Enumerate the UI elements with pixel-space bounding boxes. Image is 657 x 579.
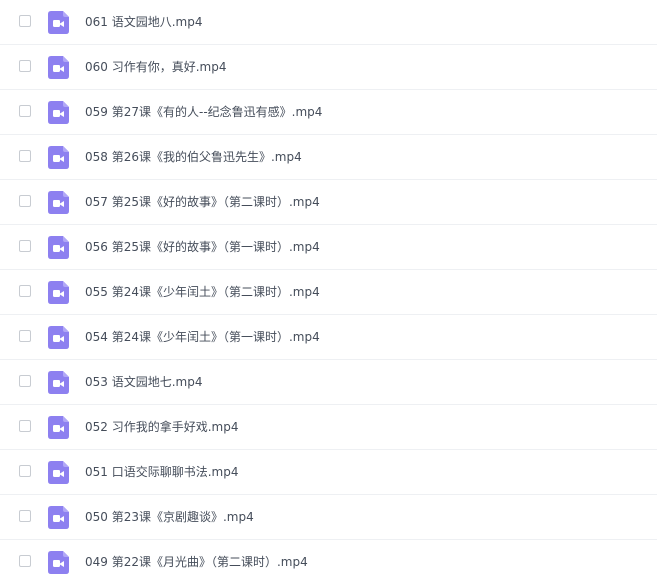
video-file-icon (48, 191, 69, 214)
row-checkbox[interactable] (19, 510, 31, 522)
file-name[interactable]: 053 语文园地七.mp4 (85, 374, 202, 390)
video-file-icon (48, 281, 69, 304)
file-row[interactable]: 056 第25课《好的故事》（第一课时）.mp4 (0, 225, 657, 270)
row-checkbox[interactable] (19, 195, 31, 207)
video-file-icon (48, 101, 69, 124)
file-name[interactable]: 051 口语交际聊聊书法.mp4 (85, 464, 238, 480)
file-row[interactable]: 055 第24课《少年闰土》（第二课时）.mp4 (0, 270, 657, 315)
file-row[interactable]: 060 习作有你，真好.mp4 (0, 45, 657, 90)
row-checkbox[interactable] (19, 465, 31, 477)
file-name[interactable]: 059 第27课《有的人--纪念鲁迅有感》.mp4 (85, 104, 322, 120)
video-file-icon (48, 326, 69, 349)
video-file-icon (48, 461, 69, 484)
video-file-icon (48, 371, 69, 394)
row-checkbox[interactable] (19, 150, 31, 162)
row-checkbox[interactable] (19, 330, 31, 342)
file-name[interactable]: 049 第22课《月光曲》（第二课时）.mp4 (85, 554, 308, 570)
video-file-icon (48, 236, 69, 259)
file-name[interactable]: 057 第25课《好的故事》（第二课时）.mp4 (85, 194, 320, 210)
video-file-icon (48, 56, 69, 79)
file-row[interactable]: 058 第26课《我的伯父鲁迅先生》.mp4 (0, 135, 657, 180)
file-row[interactable]: 050 第23课《京剧趣谈》.mp4 (0, 495, 657, 540)
file-row[interactable]: 057 第25课《好的故事》（第二课时）.mp4 (0, 180, 657, 225)
file-row[interactable]: 052 习作我的拿手好戏.mp4 (0, 405, 657, 450)
file-row[interactable]: 049 第22课《月光曲》（第二课时）.mp4 (0, 540, 657, 579)
row-checkbox[interactable] (19, 285, 31, 297)
row-checkbox[interactable] (19, 420, 31, 432)
file-name[interactable]: 060 习作有你，真好.mp4 (85, 59, 226, 75)
file-row[interactable]: 059 第27课《有的人--纪念鲁迅有感》.mp4 (0, 90, 657, 135)
file-name[interactable]: 052 习作我的拿手好戏.mp4 (85, 419, 238, 435)
row-checkbox[interactable] (19, 60, 31, 72)
file-name[interactable]: 050 第23课《京剧趣谈》.mp4 (85, 509, 254, 525)
row-checkbox[interactable] (19, 240, 31, 252)
video-file-icon (48, 11, 69, 34)
file-row[interactable]: 051 口语交际聊聊书法.mp4 (0, 450, 657, 495)
row-checkbox[interactable] (19, 375, 31, 387)
video-file-icon (48, 146, 69, 169)
file-row[interactable]: 061 语文园地八.mp4 (0, 0, 657, 45)
row-checkbox[interactable] (19, 555, 31, 567)
file-name[interactable]: 058 第26课《我的伯父鲁迅先生》.mp4 (85, 149, 302, 165)
file-name[interactable]: 054 第24课《少年闰土》（第一课时）.mp4 (85, 329, 320, 345)
video-file-icon (48, 551, 69, 574)
row-checkbox[interactable] (19, 105, 31, 117)
file-name[interactable]: 056 第25课《好的故事》（第一课时）.mp4 (85, 239, 320, 255)
file-row[interactable]: 053 语文园地七.mp4 (0, 360, 657, 405)
file-name[interactable]: 061 语文园地八.mp4 (85, 14, 202, 30)
file-name[interactable]: 055 第24课《少年闰土》（第二课时）.mp4 (85, 284, 320, 300)
video-file-icon (48, 506, 69, 529)
video-file-icon (48, 416, 69, 439)
file-list: 061 语文园地八.mp4 060 习作有你，真好.mp4 059 第27课《有… (0, 0, 657, 579)
row-checkbox[interactable] (19, 15, 31, 27)
file-row[interactable]: 054 第24课《少年闰土》（第一课时）.mp4 (0, 315, 657, 360)
